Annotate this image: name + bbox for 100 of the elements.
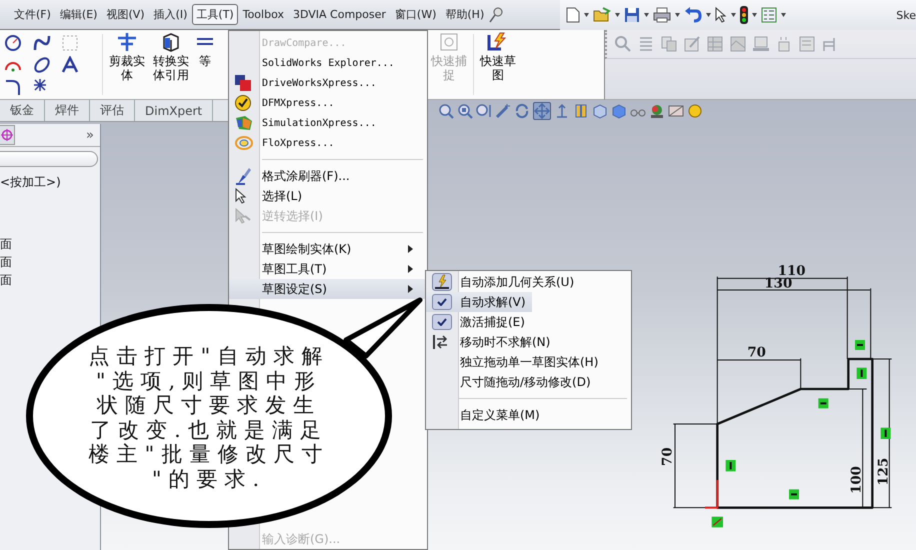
menu-bar-item[interactable]: 编辑(E) (56, 4, 102, 25)
filter-field[interactable] (0, 151, 98, 167)
dimension-label[interactable]: 125 (875, 458, 892, 486)
cube-view-icon[interactable] (592, 103, 608, 119)
menu-item[interactable]: 自定义菜单(M) (426, 405, 546, 425)
check-icon (437, 318, 447, 326)
caret-icon[interactable] (675, 13, 680, 17)
menu-bar-item[interactable]: 插入(I) (150, 4, 192, 25)
magnifier-icon[interactable] (615, 36, 631, 52)
caret-icon[interactable] (731, 13, 736, 17)
rotate-arrows-icon[interactable] (514, 103, 530, 119)
shaded-cube-icon[interactable] (611, 103, 627, 119)
menu-bar-item[interactable]: 视图(V) (102, 4, 149, 25)
menu-item[interactable]: DFMXpress... (229, 93, 427, 113)
tree-item[interactable]: 面 (0, 235, 100, 253)
menu-bar-item[interactable]: 3DVIA Composer (288, 5, 390, 24)
printer-icon[interactable] (653, 7, 671, 23)
stacked-pages-icon[interactable] (661, 36, 677, 52)
menu-item[interactable]: 草图工具(T) (229, 259, 427, 279)
caret-icon[interactable] (781, 13, 786, 17)
section-view-icon[interactable] (573, 103, 589, 119)
zoom-fit-icon[interactable] (438, 103, 454, 119)
vertical-relation-icon (726, 460, 736, 472)
origin-marker (704, 479, 718, 510)
cursor-arrow-icon[interactable] (715, 7, 727, 23)
cursor-arrow-icon (235, 188, 247, 204)
checklist-icon[interactable] (761, 7, 777, 23)
open-folder-icon[interactable] (593, 7, 611, 23)
up-arrow-icon[interactable] (554, 103, 570, 119)
arrows-swap-icon (432, 334, 450, 350)
menu-item[interactable]: 格式涂刷器(F)... (229, 166, 427, 186)
ribbon-tool-button[interactable]: 等 (193, 30, 217, 99)
menu-item[interactable]: 尺寸随拖动/移动修改(D) (426, 372, 597, 392)
coincident-relation-icon (712, 516, 723, 528)
picture-icon[interactable] (730, 36, 746, 52)
monitor-icon[interactable] (753, 36, 769, 52)
image-edit-icon[interactable] (684, 36, 700, 52)
tree-item[interactable]: <按加工>) (0, 173, 100, 191)
menu-bar-item[interactable]: 窗口(W) (390, 4, 440, 25)
menu-item[interactable]: 激活捕捉(E) (426, 312, 531, 332)
menu-bar-item[interactable]: 文件(F) (10, 4, 55, 25)
undo-arrow-icon[interactable] (684, 7, 702, 23)
light-bulb-icon[interactable] (687, 103, 703, 119)
scene-icon[interactable] (668, 103, 684, 119)
tree-item[interactable]: 面 (0, 253, 100, 271)
pan-arrows-icon[interactable] (534, 103, 550, 119)
menu-item[interactable]: 自动添加几何关系(U) (426, 272, 580, 292)
dimension-label[interactable]: 70 (747, 344, 766, 361)
menu-item[interactable]: 草图绘制实体(K) (229, 239, 427, 259)
zoom-in-out-icon[interactable] (476, 103, 492, 119)
menu-item[interactable]: FloXpress... (229, 133, 427, 153)
ribbon-tool-button[interactable]: 剪裁实体 (105, 30, 149, 99)
text-tool-icon[interactable] (61, 56, 79, 74)
menu-item[interactable]: 选择(L) (229, 186, 427, 206)
list-icon[interactable] (638, 36, 654, 52)
menu-item[interactable]: SimulationXpress... (229, 113, 427, 133)
caret-icon[interactable] (752, 13, 757, 17)
menu-item[interactable]: 自动求解(V) (426, 292, 532, 312)
concentric-rings-icon (235, 136, 253, 150)
check-circle-icon (235, 95, 251, 111)
menu-item[interactable]: SolidWorks Explorer... (229, 53, 427, 73)
caret-icon[interactable] (706, 13, 711, 17)
expand-button[interactable]: » (86, 128, 94, 142)
panel-tab[interactable] (0, 125, 15, 145)
snap-target-icon (439, 32, 459, 52)
dimension-label[interactable]: 110 (778, 263, 806, 279)
dimension-label[interactable]: 100 (848, 466, 865, 494)
form-sheet-icon[interactable] (799, 36, 815, 52)
paintbrush-icon (235, 167, 251, 185)
menu-item[interactable]: 独立拖动单一草图实体(H) (426, 352, 604, 372)
horizontal-relation-icon (789, 489, 799, 500)
dimension-label[interactable]: 70 (660, 447, 676, 466)
ribbon-tool-button[interactable]: 转换实体引用 (149, 30, 193, 99)
ribbon-tool-button[interactable]: 快速草图 (476, 30, 520, 99)
grid-sheet-icon[interactable] (707, 36, 723, 52)
menu-item[interactable]: 移动时不求解(N) (426, 332, 556, 352)
caret-icon[interactable] (644, 13, 649, 17)
zoom-area-icon[interactable] (457, 103, 473, 119)
color-sphere-icon[interactable] (649, 103, 665, 119)
sketch-profile[interactable] (716, 358, 874, 509)
menu-item[interactable]: 草图设定(S) (229, 279, 427, 299)
horizontal-relation-icon (855, 340, 865, 350)
caret-icon[interactable] (584, 13, 589, 17)
fillet-tool-icon[interactable] (4, 78, 22, 96)
spline-tool-icon[interactable] (32, 34, 50, 52)
lightning-relation-icon (432, 273, 452, 291)
point-tool-icon[interactable] (32, 78, 46, 92)
tree-item[interactable]: 面 (0, 271, 100, 289)
menu-bar-item[interactable]: Toolbox (238, 5, 288, 24)
caret-icon[interactable] (615, 13, 620, 17)
menu-bar-item[interactable]: 工具(T) (192, 4, 238, 25)
wand-icon[interactable] (495, 103, 511, 119)
trim-icon (116, 32, 138, 52)
menu-bar-item[interactable]: 帮助(H) (441, 4, 488, 25)
callout-text: 点击打开"自动求解 "选项,则草图中形 状随尺寸要求发生 了改变.也就是满足 楼主"批量修改尺寸 "的要求. (88, 344, 330, 491)
circle-tool-icon[interactable] (4, 34, 22, 52)
traffic-light-icon[interactable] (740, 6, 748, 24)
menu-item[interactable]: DriveWorksXpress... (229, 73, 427, 93)
ellipse-tool-icon[interactable] (32, 56, 50, 74)
new-document-icon[interactable] (566, 7, 580, 23)
